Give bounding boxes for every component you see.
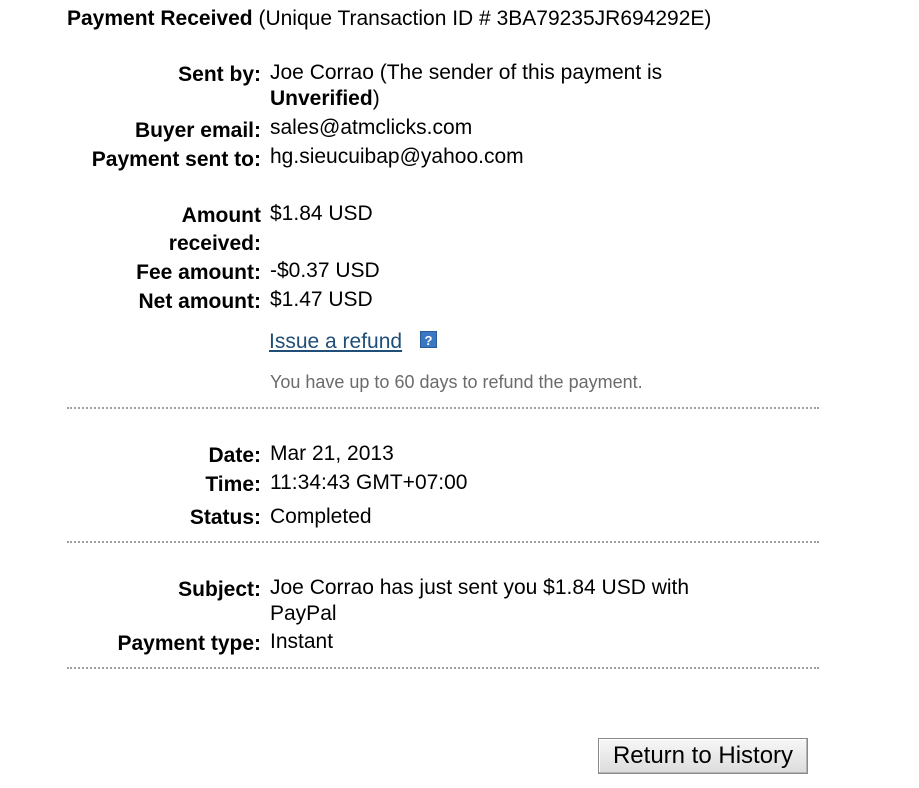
amount-received-label-line2: received: bbox=[168, 232, 261, 255]
sender-name: Joe Corrao (The sender of this payment i… bbox=[270, 61, 663, 84]
issue-refund-link[interactable]: Issue a refund bbox=[269, 329, 402, 355]
amount-received-label-line1: Amount bbox=[181, 204, 261, 227]
time-value: 11:34:43 GMT+07:00 bbox=[270, 471, 468, 494]
amount-received-label: Amount received: bbox=[41, 202, 261, 258]
payment-type-value: Instant bbox=[270, 630, 334, 653]
divider bbox=[67, 407, 819, 409]
net-amount-value: $1.47 USD bbox=[270, 288, 373, 311]
status-label: Status: bbox=[189, 506, 261, 529]
sent-by-label: Sent by: bbox=[178, 63, 261, 86]
buyer-email-value: sales@atmclicks.com bbox=[270, 116, 473, 139]
divider bbox=[67, 667, 819, 669]
time-label: Time: bbox=[205, 473, 261, 496]
date-label: Date: bbox=[208, 444, 261, 467]
transaction-header: Payment Received (Unique Transaction ID … bbox=[67, 6, 867, 32]
fee-amount-value: -$0.37 USD bbox=[270, 259, 380, 282]
divider bbox=[67, 541, 819, 543]
refund-note: You have up to 60 days to refund the pay… bbox=[270, 372, 643, 392]
amount-received-value: $1.84 USD bbox=[270, 202, 373, 225]
sent-by-value: Joe Corrao (The sender of this payment i… bbox=[270, 60, 740, 112]
buyer-email-label: Buyer email: bbox=[134, 119, 261, 142]
payment-sent-to-value: hg.sieucuibap@yahoo.com bbox=[270, 145, 524, 168]
transaction-id: (Unique Transaction ID # 3BA79235JR69429… bbox=[258, 7, 712, 30]
date-value: Mar 21, 2013 bbox=[270, 442, 394, 465]
payment-type-label: Payment type: bbox=[117, 632, 261, 655]
sender-verification-status: Unverified bbox=[270, 87, 373, 110]
subject-value: Joe Corrao has just sent you $1.84 USD w… bbox=[270, 575, 740, 627]
sender-status-close: ) bbox=[372, 87, 380, 110]
fee-amount-label: Fee amount: bbox=[136, 261, 261, 284]
subject-line-2: PayPal bbox=[270, 602, 337, 625]
payment-sent-to-label: Payment sent to: bbox=[91, 148, 261, 171]
net-amount-label: Net amount: bbox=[138, 290, 262, 313]
status-value: Completed bbox=[270, 505, 372, 528]
subject-label: Subject: bbox=[178, 578, 261, 601]
return-to-history-button[interactable]: Return to History bbox=[598, 738, 808, 774]
page-title: Payment Received bbox=[67, 7, 253, 30]
subject-line-1: Joe Corrao has just sent you $1.84 USD w… bbox=[270, 576, 690, 599]
help-icon[interactable]: ? bbox=[420, 331, 437, 348]
